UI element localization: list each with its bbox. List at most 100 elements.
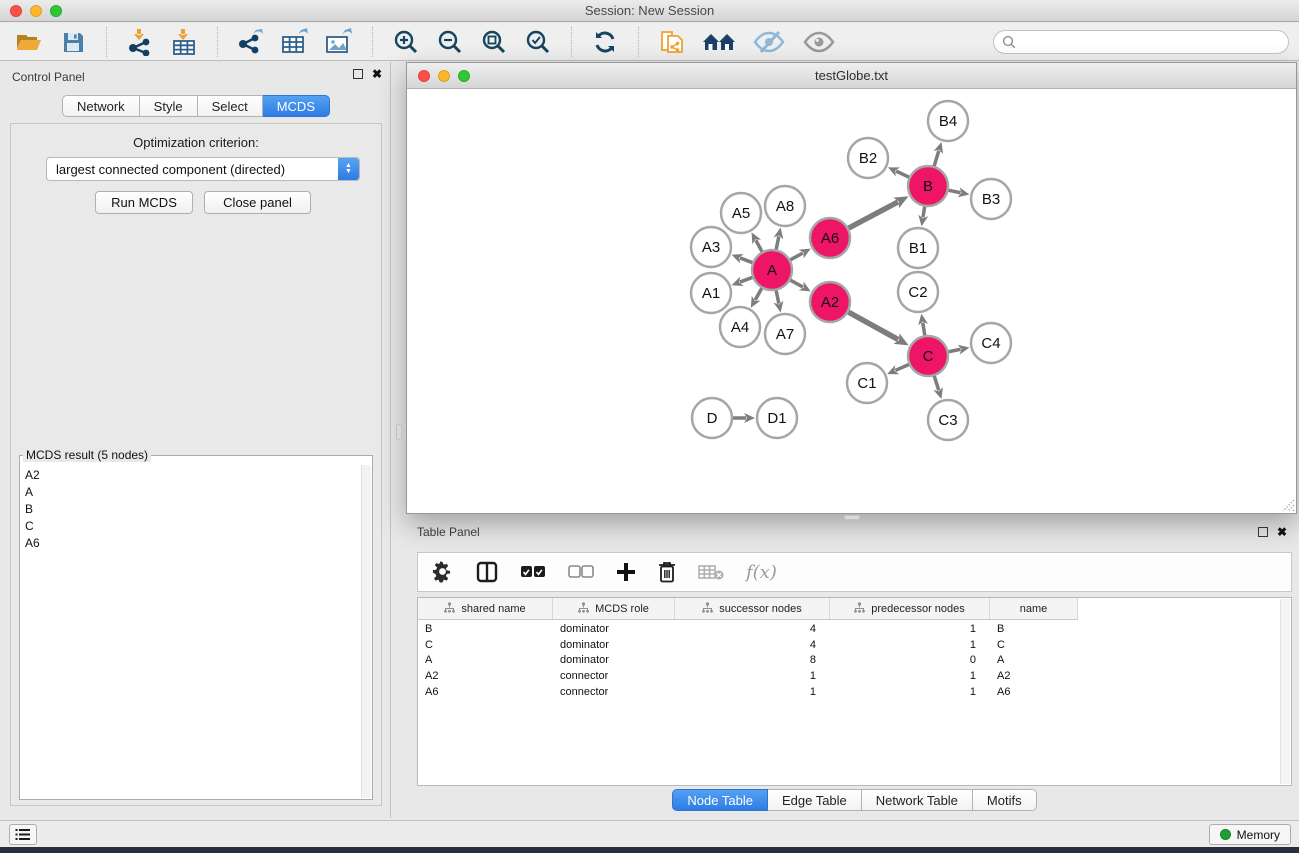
- zoom-selected-button[interactable]: [523, 27, 553, 57]
- tab-style[interactable]: Style: [140, 95, 198, 117]
- refresh-view-button[interactable]: [590, 27, 620, 57]
- column-header-successor-nodes[interactable]: successor nodes: [675, 598, 830, 619]
- create-column-button[interactable]: [616, 559, 636, 585]
- network-canvas[interactable]: B4B2BB3A5A8A6A3B1AA1C2A2A4A7C4CC1C3DD1: [407, 90, 1296, 513]
- optimization-criterion-dropdown[interactable]: largest connected component (directed) ▲…: [46, 157, 360, 181]
- zoom-fit-button[interactable]: [479, 27, 509, 57]
- column-header-name[interactable]: name: [990, 598, 1078, 619]
- import-network-button[interactable]: [125, 27, 155, 57]
- column-header-shared-name[interactable]: shared name: [418, 598, 553, 619]
- graph-edge[interactable]: [776, 236, 779, 250]
- eye-icon: [803, 31, 835, 53]
- graph-edge[interactable]: [923, 206, 925, 218]
- graph-edge[interactable]: [756, 240, 763, 252]
- mcds-result-item[interactable]: C: [22, 518, 360, 535]
- zoom-out-button[interactable]: [435, 27, 465, 57]
- graph-edge[interactable]: [790, 280, 803, 287]
- run-mcds-button[interactable]: Run MCDS: [95, 191, 193, 214]
- table-tab-node-table[interactable]: Node Table: [672, 789, 768, 811]
- home-icon: [702, 30, 736, 54]
- table-cell: 0: [830, 654, 990, 666]
- float-table-panel-icon[interactable]: [1258, 527, 1268, 537]
- gear-icon: [432, 561, 454, 583]
- show-graphics-details-button[interactable]: [801, 27, 837, 57]
- export-image-button[interactable]: [324, 27, 354, 57]
- close-table-panel-icon[interactable]: ✖: [1277, 527, 1287, 537]
- tab-network[interactable]: Network: [62, 95, 140, 117]
- graph-edge[interactable]: [896, 171, 910, 177]
- close-panel-icon[interactable]: ✖: [372, 69, 382, 79]
- graph-edge[interactable]: [934, 151, 939, 167]
- mcds-result-item[interactable]: A6: [22, 535, 360, 552]
- home-button[interactable]: [701, 27, 737, 57]
- mcds-result-item[interactable]: A: [22, 483, 360, 500]
- deselect-all-rows-button[interactable]: [568, 559, 594, 585]
- eye-slash-icon: [753, 30, 785, 54]
- table-cell: B: [418, 623, 553, 635]
- search-input[interactable]: [1021, 35, 1280, 49]
- export-network-button[interactable]: [236, 27, 266, 57]
- table-row[interactable]: A2connector11A2: [418, 668, 1291, 684]
- graph-node-label: B: [923, 178, 933, 195]
- float-panel-icon[interactable]: [353, 69, 363, 79]
- table-settings-button[interactable]: [432, 559, 454, 585]
- export-table-button[interactable]: [280, 27, 310, 57]
- search-field[interactable]: [993, 30, 1289, 54]
- table-row[interactable]: Adominator80A: [418, 653, 1291, 669]
- vertical-split-handle[interactable]: [396, 424, 402, 440]
- mcds-result-item[interactable]: B: [22, 500, 360, 517]
- graph-edge[interactable]: [740, 258, 753, 263]
- column-header-predecessor-nodes[interactable]: predecessor nodes: [830, 598, 990, 619]
- table-toolbar: f(x): [417, 552, 1292, 592]
- memory-button[interactable]: Memory: [1209, 824, 1291, 845]
- table-cell: 1: [675, 670, 830, 682]
- hide-graphics-details-button[interactable]: [751, 27, 787, 57]
- graph-edge[interactable]: [895, 364, 909, 370]
- show-columns-button[interactable]: [476, 559, 498, 585]
- table-row[interactable]: Cdominator41C: [418, 637, 1291, 653]
- mcds-result-scrollbar[interactable]: [361, 465, 371, 798]
- mcds-result-item[interactable]: A2: [22, 466, 360, 483]
- open-session-button[interactable]: [14, 27, 44, 57]
- graph-edge[interactable]: [948, 349, 961, 352]
- zoom-in-button[interactable]: [391, 27, 421, 57]
- table-cell: B: [990, 623, 1078, 635]
- resize-grip-icon[interactable]: [1280, 497, 1295, 512]
- graph-edge[interactable]: [776, 290, 779, 304]
- graph-edge[interactable]: [740, 277, 753, 282]
- task-history-button[interactable]: [9, 824, 37, 845]
- table-row[interactable]: Bdominator41B: [418, 621, 1291, 637]
- mcds-result-list[interactable]: A2ABCA6: [22, 466, 360, 797]
- network-view-window: testGlobe.txt B4B2BB3A5A8A6A3B1AA1C2A2A4…: [406, 62, 1297, 514]
- share-session-button[interactable]: [657, 27, 687, 57]
- table-cell: 1: [830, 623, 990, 635]
- graph-edge[interactable]: [848, 312, 899, 340]
- table-tab-motifs[interactable]: Motifs: [973, 789, 1037, 811]
- graph-edge[interactable]: [948, 190, 961, 193]
- table-tab-network-table[interactable]: Network Table: [862, 789, 973, 811]
- graph-edge[interactable]: [790, 253, 803, 260]
- close-panel-button[interactable]: Close panel: [204, 191, 311, 214]
- graph-node-label: A7: [776, 326, 794, 343]
- zoom-in-icon: [393, 29, 419, 55]
- graph-node-label: B4: [939, 113, 957, 130]
- table-scrollbar[interactable]: [1280, 599, 1290, 784]
- horizontal-split-handle[interactable]: [844, 515, 860, 520]
- delete-column-button[interactable]: [658, 559, 676, 585]
- select-all-rows-button[interactable]: [520, 559, 546, 585]
- table-row[interactable]: A6connector11A6: [418, 684, 1291, 700]
- graph-node-label: A4: [731, 319, 749, 336]
- graph-edge[interactable]: [934, 375, 939, 390]
- graph-edge[interactable]: [848, 202, 898, 229]
- share-document-icon: [659, 28, 685, 56]
- tab-mcds[interactable]: MCDS: [263, 95, 330, 117]
- graph-edge[interactable]: [755, 287, 762, 300]
- tab-select[interactable]: Select: [198, 95, 263, 117]
- table-tab-edge-table[interactable]: Edge Table: [768, 789, 862, 811]
- import-table-button[interactable]: [169, 27, 199, 57]
- column-header-MCDS-role[interactable]: MCDS role: [553, 598, 675, 619]
- save-session-button[interactable]: [58, 27, 88, 57]
- toolbar-separator: [372, 27, 373, 57]
- graph-edge[interactable]: [923, 323, 925, 337]
- network-window-titlebar[interactable]: testGlobe.txt: [407, 63, 1296, 89]
